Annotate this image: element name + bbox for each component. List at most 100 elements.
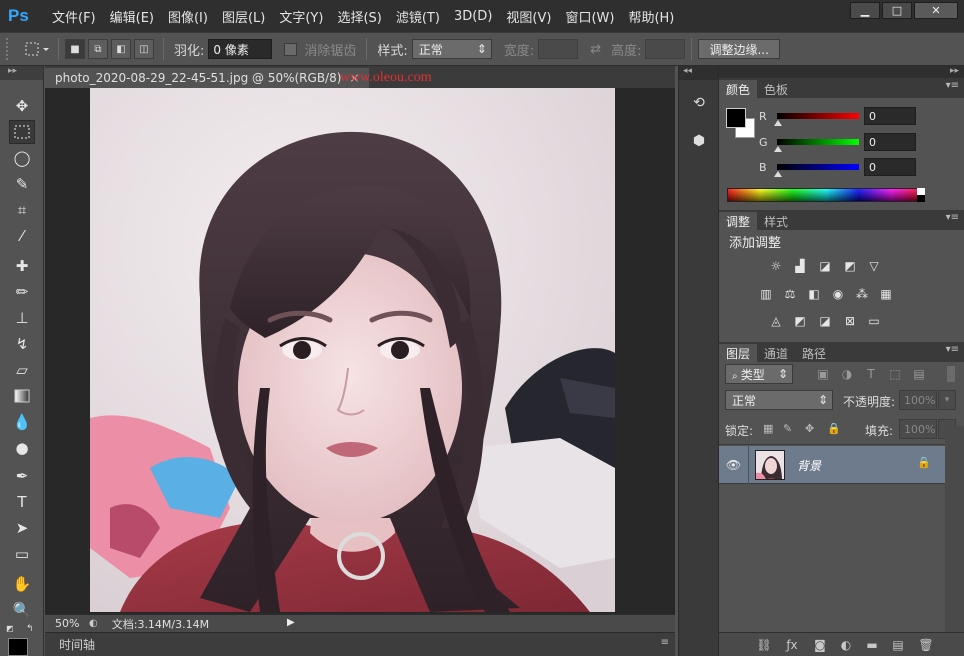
swap-icon[interactable]: ⇄: [590, 42, 601, 57]
document-tab[interactable]: photo_2020-08-29_22-45-51.jpg @ 50%(RGB/…: [45, 68, 370, 88]
gradient-tool-icon[interactable]: [9, 384, 35, 408]
menu-filter[interactable]: 滤镜(T): [396, 7, 440, 26]
link-layers-icon[interactable]: ⛓: [755, 636, 773, 654]
filter-smart-icon[interactable]: ▤: [911, 366, 927, 382]
quick-select-tool-icon[interactable]: ✎: [9, 172, 35, 196]
photo-filter-icon[interactable]: ◉: [829, 286, 847, 302]
tab-layers[interactable]: 图层: [719, 344, 758, 362]
rect-marquee-tool-icon[interactable]: [9, 120, 35, 144]
timeline-tab[interactable]: 时间轴: [59, 636, 95, 653]
canvas-area[interactable]: [45, 88, 675, 614]
add-mask-icon[interactable]: ◙: [811, 636, 829, 654]
tab-channels[interactable]: 通道: [757, 344, 795, 362]
menu-layer[interactable]: 图层(L): [222, 7, 265, 26]
new-group-icon[interactable]: ▬: [863, 636, 881, 654]
tool-preset-picker[interactable]: [22, 38, 52, 60]
eyedropper-tool-icon[interactable]: ⁄: [9, 224, 35, 248]
export-icon[interactable]: ◐: [89, 618, 98, 629]
history-brush-tool-icon[interactable]: ↯: [9, 332, 35, 356]
lock-all-icon[interactable]: 🔒: [827, 422, 841, 435]
color-spectrum-ramp[interactable]: [727, 188, 925, 202]
new-selection-button[interactable]: ■: [65, 39, 85, 59]
red-value-input[interactable]: 0: [864, 107, 916, 125]
maximize-button[interactable]: □: [882, 2, 912, 19]
hand-tool-icon[interactable]: ✋: [9, 572, 35, 596]
3d-panel-icon[interactable]: ⬢: [685, 128, 713, 154]
vibrance-icon[interactable]: ▽: [865, 258, 883, 274]
zoom-level[interactable]: 50%: [45, 617, 89, 630]
toolbar-collapse-icon[interactable]: ▸▸: [0, 66, 43, 80]
new-layer-icon[interactable]: ▤: [889, 636, 907, 654]
menu-view[interactable]: 视图(V): [506, 7, 551, 26]
healing-brush-tool-icon[interactable]: ✚: [9, 254, 35, 278]
opacity-input[interactable]: 100%: [899, 390, 937, 410]
menu-3d[interactable]: 3D(D): [454, 9, 492, 24]
levels-icon[interactable]: ▟: [791, 258, 809, 274]
tab-color[interactable]: 颜色: [719, 80, 758, 98]
document-info[interactable]: 文档:3.14M/3.14M: [112, 616, 209, 632]
brush-tool-icon[interactable]: ✏: [9, 280, 35, 304]
history-panel-icon[interactable]: ⟲: [685, 90, 713, 116]
gradient-map-icon[interactable]: ▭: [865, 313, 883, 329]
height-input[interactable]: [645, 39, 686, 59]
channel-mixer-icon[interactable]: ⁂: [853, 286, 871, 302]
status-menu-arrow-icon[interactable]: ▶: [287, 617, 295, 628]
menu-type[interactable]: 文字(Y): [279, 7, 323, 26]
fill-input[interactable]: 100%: [899, 419, 937, 439]
adjustments-panel-menu-icon[interactable]: ▾≡: [946, 212, 959, 223]
filter-toggle[interactable]: [947, 366, 955, 382]
exposure-icon[interactable]: ◩: [841, 258, 859, 274]
hue-saturation-icon[interactable]: ▥: [757, 286, 775, 302]
intersect-selection-button[interactable]: ◫: [134, 39, 154, 59]
filter-type-icon[interactable]: T: [863, 366, 879, 382]
panel-menu-icon[interactable]: ≡: [661, 637, 669, 648]
minimize-button[interactable]: ▁: [850, 2, 880, 19]
opacity-dropdown-icon[interactable]: ▾: [938, 390, 956, 410]
crop-tool-icon[interactable]: ⌗: [9, 198, 35, 222]
invert-icon[interactable]: ◬: [767, 313, 785, 329]
tab-styles[interactable]: 样式: [757, 212, 795, 230]
eraser-tool-icon[interactable]: ▱: [9, 358, 35, 382]
foreground-color-swatch[interactable]: [8, 638, 28, 656]
selective-color-icon[interactable]: ⊠: [841, 313, 859, 329]
menu-edit[interactable]: 编辑(E): [110, 7, 154, 26]
tab-adjustments[interactable]: 调整: [719, 212, 758, 230]
filter-pixel-icon[interactable]: ▣: [815, 366, 831, 382]
swap-colors-icon[interactable]: ↰: [26, 624, 38, 634]
options-grip[interactable]: [6, 38, 12, 60]
rectangle-tool-icon[interactable]: ▭: [9, 542, 35, 566]
menu-help[interactable]: 帮助(H): [628, 7, 674, 26]
color-balance-icon[interactable]: ⚖: [781, 286, 799, 302]
dock-expand-icon[interactable]: ▸▸: [719, 66, 964, 78]
menu-select[interactable]: 选择(S): [337, 7, 381, 26]
layer-filter-select[interactable]: ⌕ 类型 ⇕: [725, 364, 793, 384]
close-button[interactable]: ✕: [914, 2, 958, 19]
clone-stamp-tool-icon[interactable]: ⊥: [9, 306, 35, 330]
lock-image-icon[interactable]: ✎: [783, 422, 792, 435]
subtract-selection-button[interactable]: ◧: [111, 39, 131, 59]
red-slider[interactable]: [774, 113, 859, 126]
width-input[interactable]: [538, 39, 579, 59]
lock-transparent-icon[interactable]: ▦: [763, 422, 773, 435]
feather-input[interactable]: 0 像素: [208, 39, 273, 59]
foreground-color-chip[interactable]: [726, 108, 746, 128]
lock-position-icon[interactable]: ✥: [805, 422, 814, 435]
layers-scrollbar[interactable]: [945, 426, 964, 632]
layer-style-icon[interactable]: ƒx: [783, 636, 801, 654]
posterize-icon[interactable]: ◩: [791, 313, 809, 329]
dodge-tool-icon[interactable]: ●: [9, 436, 35, 460]
white-swatch[interactable]: [917, 188, 925, 195]
menu-image[interactable]: 图像(I): [168, 7, 208, 26]
antialias-checkbox[interactable]: [284, 42, 298, 56]
color-panel-menu-icon[interactable]: ▾≡: [946, 80, 959, 91]
color-lookup-icon[interactable]: ▦: [877, 286, 895, 302]
curves-icon[interactable]: ◪: [816, 258, 834, 274]
path-select-tool-icon[interactable]: ➤: [9, 516, 35, 540]
tab-swatches[interactable]: 色板: [757, 80, 795, 98]
layers-panel-menu-icon[interactable]: ▾≡: [946, 344, 959, 355]
default-colors-icon[interactable]: ◩: [6, 624, 18, 634]
layer-name[interactable]: 背景: [797, 457, 821, 474]
photo-canvas[interactable]: [90, 88, 615, 612]
menu-file[interactable]: 文件(F): [52, 7, 96, 26]
green-slider[interactable]: [774, 139, 859, 152]
